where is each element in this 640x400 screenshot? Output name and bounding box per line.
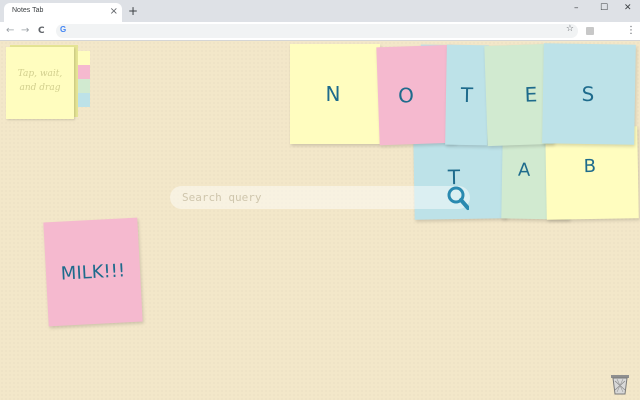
note-letter-s[interactable]: S — [542, 43, 636, 145]
note-letter-t1[interactable]: T — [445, 44, 489, 146]
swatch-blue[interactable] — [78, 93, 90, 107]
extension-icon[interactable] — [586, 27, 594, 35]
maximize-icon[interactable]: ☐ — [600, 3, 608, 13]
note-letter-o[interactable]: O — [376, 44, 456, 146]
tab-title: Notes Tab — [12, 7, 44, 14]
letter-e: E — [524, 82, 538, 107]
forward-icon[interactable]: → — [21, 24, 29, 38]
search-icon[interactable] — [447, 185, 469, 211]
letter-t1: T — [460, 82, 474, 108]
browser-menu-icon[interactable]: ⋮ — [626, 24, 636, 38]
swatch-pink[interactable] — [78, 65, 90, 79]
minimize-icon[interactable]: – — [574, 3, 579, 13]
search-bar — [170, 186, 470, 209]
search-input[interactable] — [182, 189, 442, 206]
swatch-green[interactable] — [78, 79, 90, 93]
back-icon[interactable]: ← — [6, 24, 14, 38]
new-note-pad[interactable]: Tap, wait, and drag — [6, 47, 74, 119]
reload-icon[interactable]: C — [38, 24, 45, 38]
pad-hint-line2: and drag — [19, 83, 61, 93]
pad-hint-line1: Tap, wait, — [17, 69, 63, 79]
pad-hint: Tap, wait, and drag — [8, 67, 72, 95]
browser-tab-strip: Notes Tab × + – ☐ ✕ — [0, 0, 640, 22]
letter-a: A — [517, 159, 531, 181]
google-icon: G — [60, 25, 67, 34]
trash-icon[interactable] — [610, 373, 630, 395]
close-window-icon[interactable]: ✕ — [624, 3, 632, 13]
notes-board: Tap, wait, and drag T A B N O T E S Sear… — [0, 41, 640, 400]
browser-toolbar: ← → C G ☆ ⋮ — [0, 22, 640, 41]
browser-tab[interactable]: Notes Tab × — [4, 3, 122, 22]
new-tab-button[interactable]: + — [128, 4, 138, 18]
swatch-yellow[interactable] — [78, 51, 90, 65]
letter-b: B — [583, 155, 597, 177]
sticky-note-text: MILK!!! — [60, 259, 126, 285]
note-letter-n[interactable]: N — [290, 44, 380, 144]
address-bar[interactable]: G ☆ — [56, 24, 578, 38]
tab-close-icon[interactable]: × — [110, 4, 118, 20]
letter-o: O — [397, 83, 415, 108]
letter-s: S — [581, 81, 595, 107]
letter-n: N — [325, 82, 341, 106]
bookmark-star-icon[interactable]: ☆ — [566, 24, 574, 34]
sticky-note-milk[interactable]: MILK!!! — [43, 217, 143, 327]
